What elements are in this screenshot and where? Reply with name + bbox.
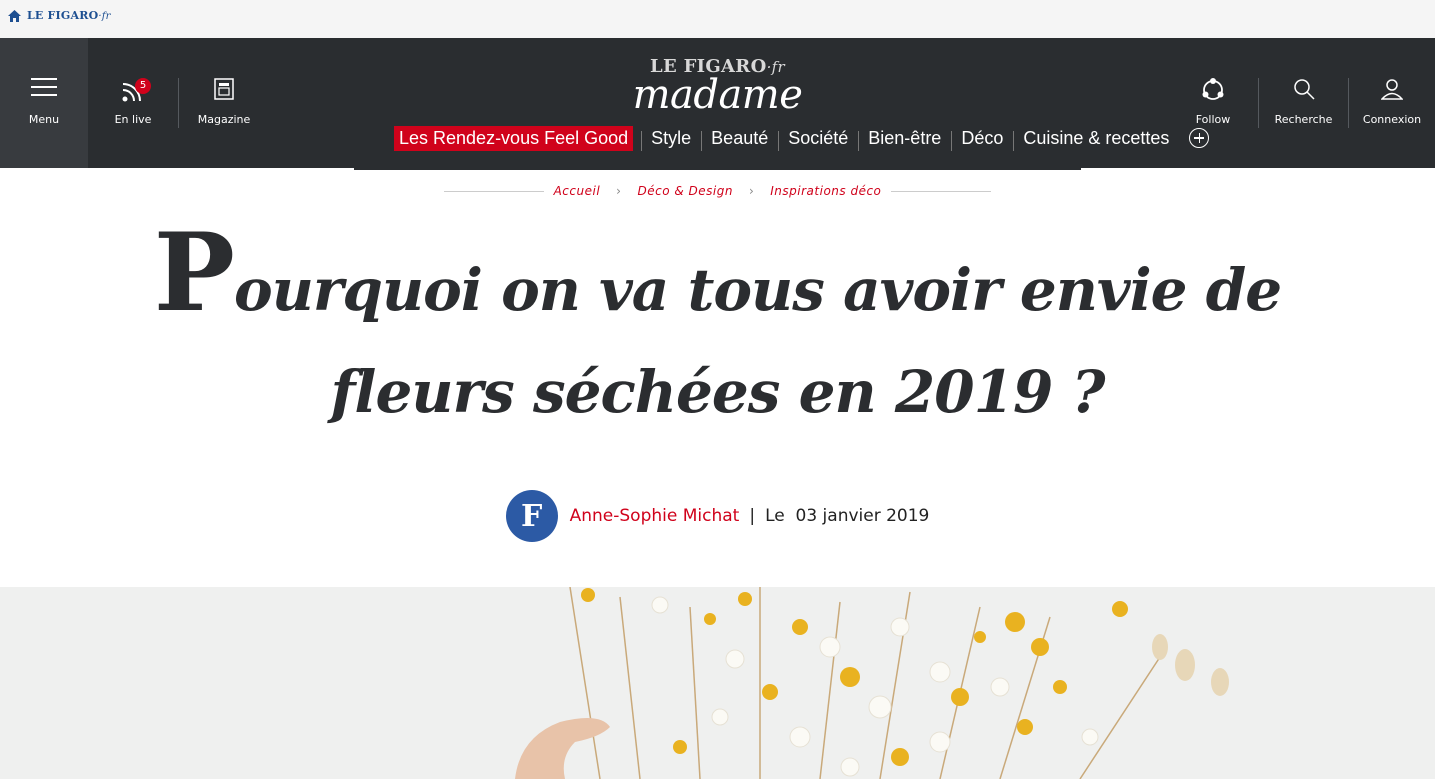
search-icon	[1293, 79, 1315, 100]
nav-underline	[354, 168, 1081, 170]
login-label: Connexion	[1362, 113, 1422, 126]
dried-flowers-illustration	[515, 587, 1229, 779]
category-feel-good[interactable]: Les Rendez-vous Feel Good	[394, 125, 634, 151]
breadcrumb-inspirations[interactable]: Inspirations déco	[770, 184, 881, 198]
user-icon	[1381, 79, 1403, 100]
search-button[interactable]: Recherche	[1259, 38, 1348, 168]
main-nav: Menu 5 En live Magazine LE FIGARO·fr mad…	[0, 38, 1435, 168]
article-title: Pourquoi on va tous avoir envie de fleur…	[153, 210, 1282, 426]
chevron-right-icon: ›	[616, 184, 622, 198]
category-bien-etre[interactable]: Bien-être	[858, 128, 951, 151]
breadcrumb-accueil[interactable]: Accueil	[554, 184, 601, 198]
chevron-right-icon: ›	[748, 184, 755, 198]
hero-image	[0, 587, 1435, 779]
figaro-brand: LE FIGARO·fr	[27, 9, 111, 22]
breadcrumb: Accueil › Déco & Design › Inspirations d…	[0, 184, 1435, 198]
search-label: Recherche	[1274, 113, 1333, 126]
author-name[interactable]: Anne-Sophie Michat	[570, 506, 740, 526]
publish-date: 03 janvier 2019	[795, 506, 930, 526]
category-deco[interactable]: Déco	[951, 128, 1013, 151]
category-cuisine[interactable]: Cuisine & recettes	[1013, 128, 1179, 151]
date-prefix: Le	[765, 506, 785, 526]
article-meta: F Anne-Sophie Michat | Le 03 janvier 201…	[0, 490, 1435, 542]
breadcrumb-deco-design[interactable]: Déco & Design	[637, 184, 732, 198]
home-link[interactable]: LE FIGARO·fr	[8, 9, 111, 22]
top-bar: LE FIGARO·fr	[0, 0, 1435, 38]
follow-button[interactable]: Follow	[1168, 38, 1258, 168]
category-menu: Les Rendez-vous Feel Good Style Beauté S…	[394, 124, 1210, 152]
category-style[interactable]: Style	[641, 128, 701, 151]
title-initial: P	[153, 210, 235, 336]
login-button[interactable]: Connexion	[1349, 38, 1435, 168]
home-icon	[8, 9, 21, 22]
follow-label: Follow	[1195, 113, 1231, 126]
author-avatar: F	[505, 490, 558, 542]
category-societe[interactable]: Société	[778, 128, 858, 151]
category-beaute[interactable]: Beauté	[701, 128, 778, 151]
follow-icon	[1202, 78, 1224, 100]
